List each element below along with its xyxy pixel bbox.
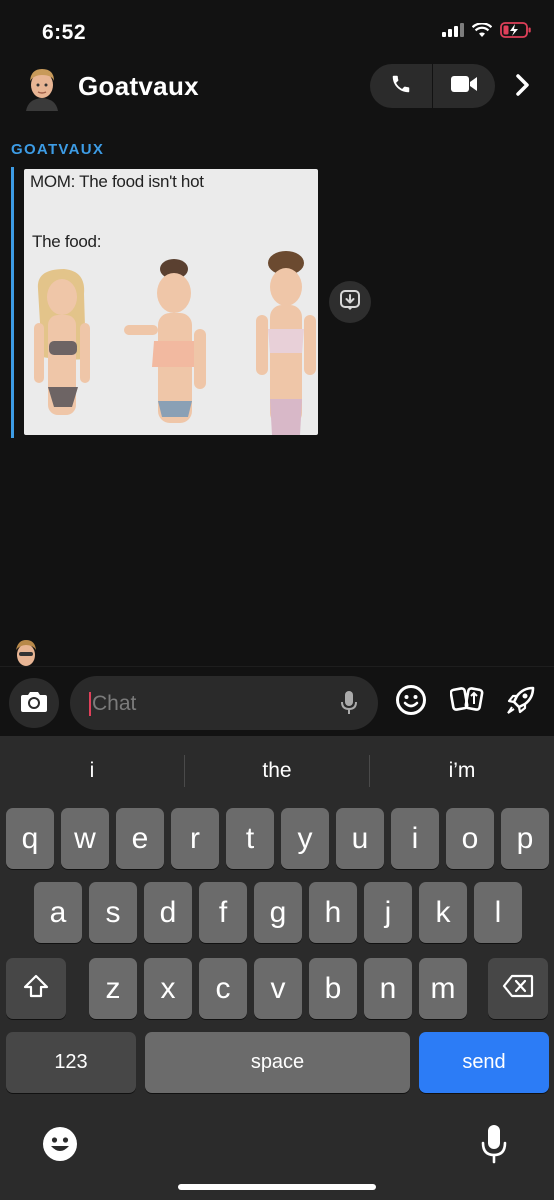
- message-sender: GOATVAUX: [11, 141, 105, 158]
- suggestion-2[interactable]: the: [185, 736, 369, 806]
- key-o[interactable]: o: [446, 808, 494, 869]
- key-p[interactable]: p: [501, 808, 549, 869]
- key-r[interactable]: r: [171, 808, 219, 869]
- suggestion-1[interactable]: i: [0, 736, 184, 806]
- profile-chevron-button[interactable]: [508, 72, 538, 102]
- call-buttons: [370, 64, 495, 108]
- friend-bitmoji-icon: [12, 638, 40, 666]
- emoji-icon: [42, 1126, 78, 1167]
- key-q[interactable]: q: [6, 808, 54, 869]
- signal-icon: [442, 23, 464, 42]
- camera-icon: [20, 689, 48, 718]
- chat-header: Goatvaux: [0, 60, 554, 116]
- battery-charging-icon: [500, 22, 532, 43]
- key-b[interactable]: b: [309, 958, 357, 1019]
- backspace-icon: [502, 972, 534, 1006]
- space-key[interactable]: space: [145, 1032, 410, 1093]
- dictation-icon: [481, 1124, 507, 1169]
- key-v[interactable]: v: [254, 958, 302, 1019]
- message-accent-bar: [11, 167, 14, 438]
- key-h[interactable]: h: [309, 882, 357, 943]
- download-icon: [339, 289, 361, 316]
- rocket-icon: [505, 684, 537, 721]
- key-m[interactable]: m: [419, 958, 467, 1019]
- numbers-key[interactable]: 123: [6, 1032, 136, 1093]
- status-time: 6:52: [42, 21, 87, 44]
- smiley-button[interactable]: [393, 684, 429, 720]
- video-call-button[interactable]: [433, 64, 495, 108]
- key-l[interactable]: l: [474, 882, 522, 943]
- key-f[interactable]: f: [199, 882, 247, 943]
- suggestion-bar: i the i’m: [0, 736, 554, 806]
- keyboard: i the i’m q w e r t y u i o p a s d f g …: [0, 736, 554, 1200]
- key-d[interactable]: d: [144, 882, 192, 943]
- video-icon: [451, 75, 477, 98]
- key-s[interactable]: s: [89, 882, 137, 943]
- key-x[interactable]: x: [144, 958, 192, 1019]
- key-y[interactable]: y: [281, 808, 329, 869]
- chat-placeholder: Chat: [92, 692, 137, 715]
- key-w[interactable]: w: [61, 808, 109, 869]
- key-i[interactable]: i: [391, 808, 439, 869]
- text-cursor: [89, 692, 91, 716]
- camera-button[interactable]: [9, 678, 59, 728]
- key-e[interactable]: e: [116, 808, 164, 869]
- phone-icon: [390, 73, 412, 100]
- wifi-icon: [471, 21, 493, 43]
- send-key[interactable]: send: [419, 1032, 549, 1093]
- key-g[interactable]: g: [254, 882, 302, 943]
- status-bar: 6:52: [0, 0, 554, 60]
- key-c[interactable]: c: [199, 958, 247, 1019]
- cards-button[interactable]: [449, 684, 485, 720]
- key-z[interactable]: z: [89, 958, 137, 1019]
- shift-icon: [23, 972, 49, 1006]
- status-icons: [442, 21, 532, 43]
- rocket-button[interactable]: [503, 684, 539, 720]
- chat-input[interactable]: Chat: [70, 676, 378, 730]
- backspace-key[interactable]: [488, 958, 548, 1019]
- compose-bar: Chat: [0, 666, 554, 736]
- contact-name[interactable]: Goatvaux: [78, 71, 199, 102]
- meme-illustration: [34, 251, 316, 435]
- meme-caption-top: MOM: The food isn't hot: [30, 172, 204, 191]
- voice-call-button[interactable]: [370, 64, 432, 108]
- key-a[interactable]: a: [34, 882, 82, 943]
- key-j[interactable]: j: [364, 882, 412, 943]
- message-image[interactable]: MOM: The food isn't hot The food:: [24, 169, 318, 435]
- microphone-icon[interactable]: [340, 690, 358, 721]
- smiley-icon: [395, 684, 427, 721]
- avatar[interactable]: [22, 65, 62, 111]
- key-n[interactable]: n: [364, 958, 412, 1019]
- shift-key[interactable]: [6, 958, 66, 1019]
- emoji-keyboard-button[interactable]: [40, 1126, 80, 1166]
- key-t[interactable]: t: [226, 808, 274, 869]
- chevron-right-icon: [516, 73, 530, 101]
- home-indicator[interactable]: [178, 1184, 376, 1190]
- save-media-button[interactable]: [329, 281, 371, 323]
- suggestion-3[interactable]: i’m: [370, 736, 554, 806]
- key-k[interactable]: k: [419, 882, 467, 943]
- cards-icon: [449, 685, 484, 720]
- dictation-button[interactable]: [474, 1124, 514, 1168]
- key-u[interactable]: u: [336, 808, 384, 869]
